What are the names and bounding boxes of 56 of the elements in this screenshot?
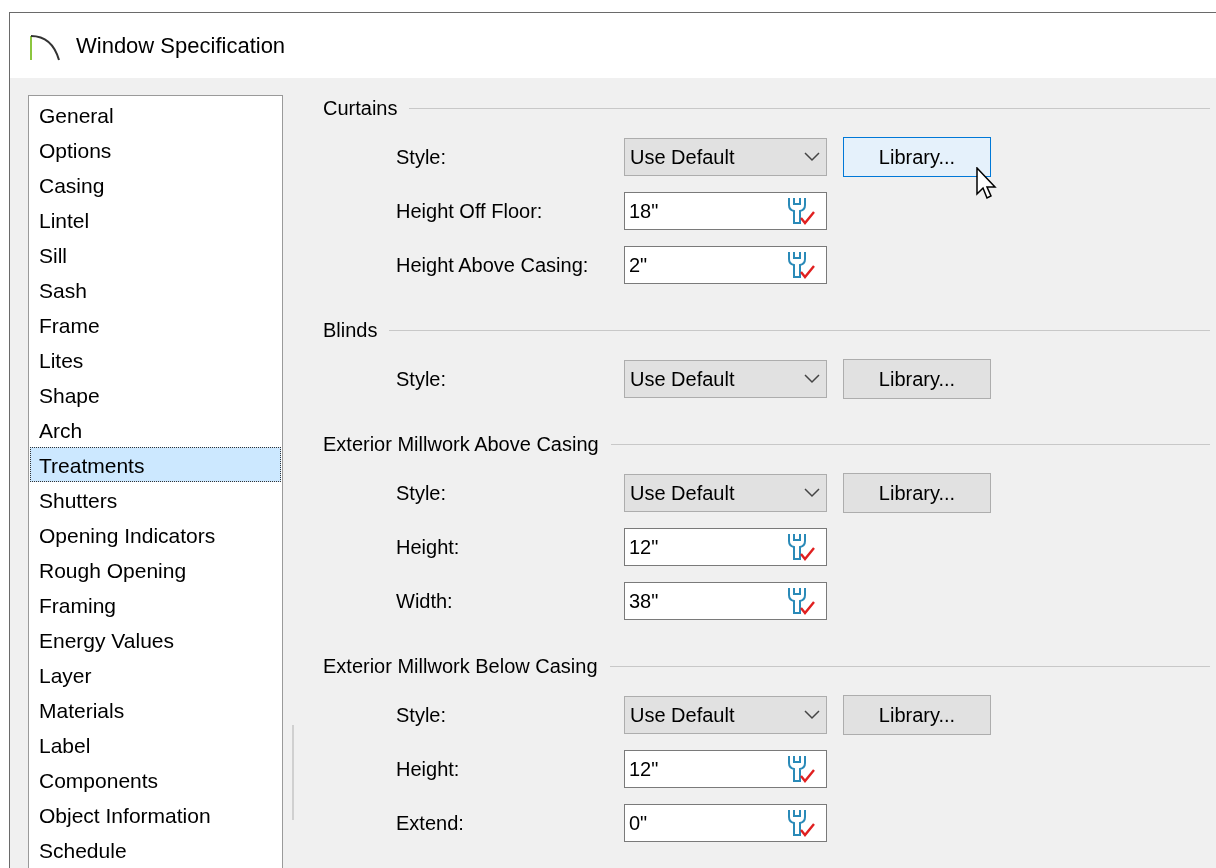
list-item[interactable]: Schedule [30,832,281,867]
style-dropdown[interactable]: Use Default [624,360,827,398]
field-label: Height Above Casing: [396,253,590,277]
list-item[interactable]: General [30,97,281,132]
library-button[interactable]: Library... [843,359,991,399]
list-item[interactable]: Frame [30,307,281,342]
list-item[interactable]: Rough Opening [30,552,281,587]
field-label: Height: [396,535,461,559]
list-item[interactable]: Casing [30,167,281,202]
style-dropdown[interactable]: Use Default [624,474,827,512]
list-item[interactable]: Options [30,132,281,167]
input-field[interactable]: 12" [624,750,827,788]
chevron-icon [804,488,820,498]
input-field[interactable]: 2" [624,246,827,284]
list-item[interactable]: Treatments [30,447,281,482]
window-title: Window Specification [76,32,286,59]
input-field[interactable]: 38" [624,582,827,620]
list-item[interactable]: Components [30,762,281,797]
list-item[interactable]: Label [30,727,281,762]
chevron-icon [804,374,820,384]
list-item[interactable]: Shutters [30,482,281,517]
section-heading: Curtains [323,96,398,120]
style-dropdown[interactable]: Use Default [624,696,827,734]
library-button[interactable]: Library... [843,473,991,513]
input-field[interactable]: 18" [624,192,827,230]
style-dropdown[interactable]: Use Default [624,138,827,176]
list-item[interactable]: Layer [30,657,281,692]
field-label: Extend: [396,811,465,835]
input-field[interactable]: 0" [624,804,827,842]
list-item[interactable]: Framing [30,587,281,622]
field-label: Style: [396,145,448,169]
library-button[interactable]: Library... [843,695,991,735]
field-label: Style: [396,703,448,727]
list-item[interactable]: Arch [30,412,281,447]
list-item[interactable]: Lintel [30,202,281,237]
list-item[interactable]: Sill [30,237,281,272]
section-heading: Exterior Millwork Below Casing [323,654,598,678]
field-label: Style: [396,367,448,391]
library-button[interactable]: Library... [843,137,991,177]
splitter-handle[interactable] [292,725,294,820]
field-label: Style: [396,481,448,505]
chevron-icon [804,152,820,162]
list-item[interactable]: Sash [30,272,281,307]
section-heading: Blinds [323,318,378,342]
list-item[interactable]: Shape [30,377,281,412]
field-label: Width: [396,589,454,613]
list-item[interactable]: Materials [30,692,281,727]
field-label: Height: [396,757,461,781]
list-item[interactable]: Energy Values [30,622,281,657]
input-field[interactable]: 12" [624,528,827,566]
list-item[interactable]: Object Information [30,797,281,832]
section-heading: Exterior Millwork Above Casing [323,432,599,456]
chevron-icon [804,710,820,720]
field-label: Height Off Floor: [396,199,544,223]
list-item[interactable]: Lites [30,342,281,377]
list-item[interactable]: Opening Indicators [30,517,281,552]
